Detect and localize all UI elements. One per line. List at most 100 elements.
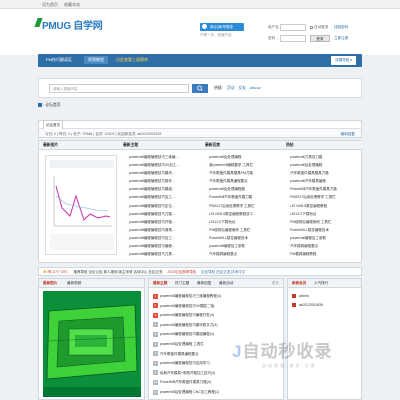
more-link[interactable]: 更多	[272, 281, 279, 286]
tab-popularity[interactable]: 人气排行	[314, 281, 328, 286]
hot-search-link[interactable]: 活动	[227, 86, 235, 90]
list-item[interactable]: 9 经典汽车模具+阴铣开粗加工技巧(4)	[153, 369, 221, 379]
tab-newest-replies[interactable]: 最新回复	[197, 281, 211, 286]
reply-link[interactable]: powermill编程加工参数	[207, 242, 279, 250]
reply-link[interactable]: PM刨修后编程案例 工具栏	[207, 226, 279, 234]
ticker-text[interactable]: 推荐导航 论坛公告 新人报到 版主申请 活动中心 社区交流	[74, 270, 163, 274]
home-icon[interactable]	[38, 103, 42, 107]
topic-link[interactable]: powermill编程编程技巧加工…	[127, 234, 199, 242]
tab-hot-topics[interactable]: 热门主题	[175, 281, 189, 286]
reply-link[interactable]: UG NX8.5数控编程教程讲义	[207, 210, 279, 218]
tab-new-members[interactable]: 新新会员	[292, 281, 306, 286]
username-input[interactable]	[280, 24, 306, 31]
topic-link[interactable]: powermill编程编程技巧开粗…	[127, 218, 199, 226]
member-item[interactable]: admin	[292, 292, 323, 301]
list-item[interactable]: 7 汽车覆盖件模具编程要点	[153, 350, 221, 360]
reply-link[interactable]: 新powermill编程要求 工具栏	[207, 161, 279, 169]
topic-link[interactable]: powermill编程编程技巧加工…	[127, 193, 199, 201]
cad-model-image[interactable]	[43, 291, 141, 397]
hot-thread-link[interactable]: PM2017后续处理教学 工具栏	[288, 193, 360, 201]
topic-link[interactable]: powermill编程编程技巧定位…	[127, 202, 199, 210]
reply-link[interactable]: 汽车覆盖件模具编程要点	[207, 177, 279, 185]
hot-thread-link[interactable]: PowerMILL数控编程技术	[288, 226, 360, 234]
reply-link[interactable]: 汽车模具编程要点	[207, 250, 279, 258]
register-link[interactable]: 立即注册	[334, 36, 348, 41]
topic-title[interactable]: powermill编程编程技巧模组编程(4)	[160, 332, 214, 336]
hot-thread-link[interactable]: powermill刀具径刀路	[288, 153, 360, 161]
topic-title[interactable]: powermill编程编程技巧4V模腔二轴-	[160, 304, 215, 308]
tab-latest-videos[interactable]: 最新视频	[67, 281, 81, 286]
quick-nav-dropdown[interactable]: 快捷导航 ▾	[331, 56, 356, 65]
reply-link[interactable]: PowerMILL数控编程技术	[207, 234, 279, 242]
latest-reply-link[interactable]: 最新回复	[341, 132, 355, 137]
topic-title[interactable]: 汽车覆盖件模具编程要点	[160, 352, 199, 356]
qq-login-button[interactable]: 用QQ帐号登录	[200, 23, 244, 31]
topic-title[interactable]: powermill编程编程技巧编程开发(4)	[160, 313, 214, 317]
topic-link[interactable]: powermill编程编程技巧4V加工…	[127, 161, 199, 169]
list-item[interactable]: 5 powermill编程编程技巧模组编程(4)	[153, 330, 221, 340]
ticker-tail[interactable]: 论坛导航 社区交流 技术讨论	[201, 270, 245, 274]
hot-thread-link[interactable]: powermill编程加工参数	[288, 234, 360, 242]
list-item[interactable]: 11 powermill后处理编程 CNC加工教程(1)	[153, 388, 221, 398]
topic-title[interactable]: powermill后处理编程 CNC加工教程(1)	[160, 390, 219, 394]
list-item[interactable]: 10 PowerMill汽车覆盖件模具刀路(4)	[153, 378, 221, 388]
hot-thread-link[interactable]: powermill汽车模具编程	[288, 177, 360, 185]
list-item[interactable]: 3 powermill编程编程技巧编程开发(4)	[153, 311, 221, 321]
breadcrumb-current[interactable]: 论坛首页	[45, 103, 60, 107]
reply-link[interactable]: powermill后处理编程	[207, 153, 279, 161]
hot-search-link[interactable]: 交友	[238, 86, 246, 90]
member-item[interactable]: ab2012051839	[292, 301, 323, 310]
hot-thread-link[interactable]: 汽车模具编程要点	[288, 242, 360, 250]
forgot-password-link[interactable]: 找回密码	[334, 25, 348, 30]
reply-link[interactable]: powermill后处理编程器	[207, 185, 279, 193]
ticker-notice[interactable]: 2013论坛推荐导航	[167, 270, 196, 274]
hot-thread-link[interactable]: UG12.0下载地址	[288, 210, 360, 218]
tab-latest-images[interactable]: 最新图片	[43, 281, 57, 286]
search-input[interactable]: 请输入搜索内容	[49, 84, 189, 93]
reply-link[interactable]: 汽车覆盖件模具模具PM刀路	[207, 169, 279, 177]
topic-link[interactable]: powermill编程编程技巧编程…	[127, 242, 199, 250]
list-item[interactable]: 8 powermill编程编程技巧应用学习	[153, 359, 221, 369]
topic-link[interactable]: powermill编程编程技巧三维编…	[127, 153, 199, 161]
list-item[interactable]: 6 powermill后处理编程 工具栏	[153, 340, 221, 350]
topic-link[interactable]: powermill编程编程技巧模组…	[127, 185, 199, 193]
tab-newest-events[interactable]: 最新活动	[219, 281, 233, 286]
topic-title[interactable]: powermill编程编程技巧三维编程教程(4)	[160, 294, 221, 298]
set-homepage-link[interactable]: 设为首页	[42, 2, 58, 8]
topic-link[interactable]: powermill编程编程技巧模块…	[127, 169, 199, 177]
hot-thread-link[interactable]: PM刨修后编程案例 工具栏	[288, 218, 360, 226]
hot-thread-link[interactable]: PowerMill汽车覆盖件模具刀路	[288, 185, 360, 193]
list-item[interactable]: 2 powermill编程编程技巧4V模腔二轴-	[153, 302, 221, 312]
nav-item-model-library[interactable]: 点此查看上面模库	[116, 57, 148, 63]
topic-title[interactable]: powermill编程编程技巧模块数字刀(4)	[160, 323, 218, 327]
hot-search-link[interactable]: discuz	[250, 86, 261, 90]
search-button[interactable]	[192, 84, 208, 93]
topic-title[interactable]: PowerMill汽车覆盖件模具刀路(4)	[160, 380, 211, 384]
list-item[interactable]: 4 powermill编程编程技巧模块数字刀(4)	[153, 321, 221, 331]
topic-link[interactable]: powermill编程编程技巧清角…	[127, 226, 199, 234]
hot-thread-link[interactable]: 汽车覆盖件模具模具刀路	[288, 169, 360, 177]
topic-title[interactable]: 经典汽车模具+阴铣开粗加工技巧(4)	[160, 371, 215, 375]
reply-link[interactable]: PM2017后续处理教学 工具栏	[207, 202, 279, 210]
reply-link[interactable]: PowerMill汽车覆盖件模刀路	[207, 193, 279, 201]
login-button[interactable]: 登录	[310, 35, 330, 42]
tab-newest-topics[interactable]: 最新主题	[153, 281, 167, 286]
member-name[interactable]: admin	[299, 294, 309, 298]
topic-link[interactable]: powermill编程编程技巧操作…	[127, 177, 199, 185]
topic-title[interactable]: powermill后处理编程 工具栏	[160, 342, 204, 346]
list-item[interactable]: 1 powermill编程编程技巧三维编程教程(4)	[153, 292, 221, 302]
tab-forum-home[interactable]: 论坛首页	[43, 120, 63, 129]
hot-thread-link[interactable]: powermill后处理编程	[288, 161, 360, 169]
reply-link[interactable]: UG12.0下载地址	[207, 218, 279, 226]
latest-image-thumbnail[interactable]	[45, 155, 117, 255]
hot-thread-link[interactable]: UG NX8.5数控编程教程	[288, 202, 360, 210]
site-logo[interactable]: PMUG 自学网	[42, 17, 103, 32]
member-name[interactable]: ab2012051839	[299, 303, 323, 307]
hot-thread-link[interactable]: PM模具编程教程	[288, 250, 360, 258]
topic-link[interactable]: powermill编程编程技巧刀具…	[127, 250, 199, 258]
auto-login-checkbox[interactable]: 自动登录	[310, 25, 328, 30]
nav-item-video[interactable]: 视频教程	[84, 56, 108, 64]
bookmark-link[interactable]: 收藏本站	[64, 2, 80, 8]
password-input[interactable]	[280, 35, 306, 42]
topic-link[interactable]: powermill编程编程技巧刀路…	[127, 210, 199, 218]
